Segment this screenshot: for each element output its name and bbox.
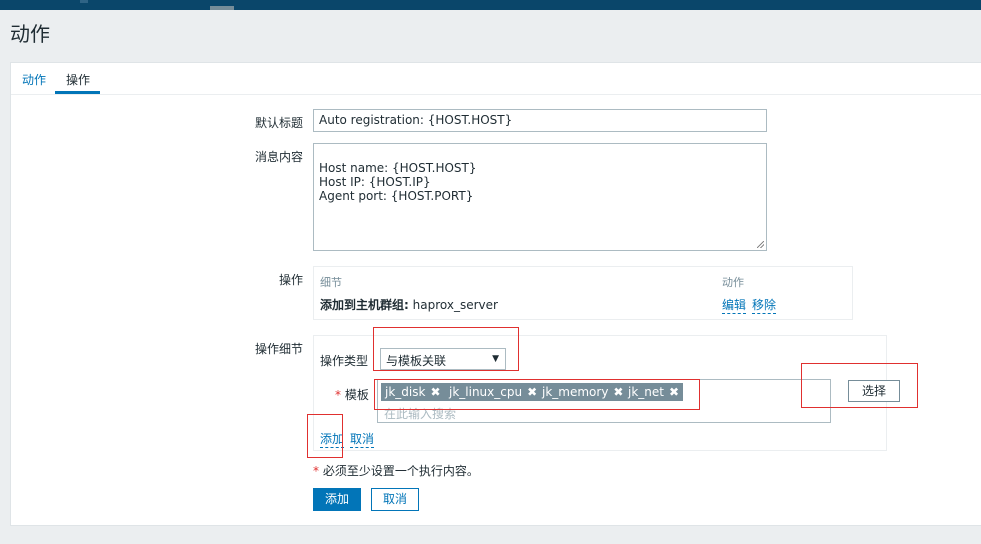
operation-detail-label: 添加到主机群组:: [320, 298, 409, 312]
operation-details-label: 操作细节: [255, 342, 304, 356]
cancel-button[interactable]: 取消: [371, 488, 419, 511]
required-note: * 必须至少设置一个执行内容。: [313, 464, 479, 478]
top-nav-bar: [0, 0, 981, 10]
default-message-text: Host name: {HOST.HOST} Host IP: {HOST.IP…: [319, 161, 477, 203]
operations-label: 操作: [279, 273, 304, 287]
tab-action[interactable]: 动作: [22, 71, 46, 88]
operation-type-label: 操作类型: [320, 354, 369, 368]
operation-detail-value: haprox_server: [412, 298, 498, 312]
default-subject-label: 默认标题: [255, 116, 304, 130]
required-star: *: [335, 388, 341, 402]
default-message-textarea[interactable]: Host name: {HOST.HOST} Host IP: {HOST.IP…: [313, 143, 767, 251]
table-row: 添加到主机群组: haprox_server: [320, 296, 498, 313]
tab-bar: 动作 操作: [11, 63, 981, 95]
highlight-box: [374, 379, 700, 410]
default-message-label: 消息内容: [255, 150, 304, 164]
resize-handle-icon[interactable]: [757, 241, 764, 248]
nav-active-indicator: [210, 6, 234, 10]
remove-operation-link[interactable]: 移除: [752, 296, 777, 314]
col-action-header: 动作: [722, 276, 744, 289]
tab-operations[interactable]: 操作: [66, 71, 90, 88]
highlight-box: [307, 414, 343, 458]
nav-icon[interactable]: [80, 0, 88, 3]
edit-operation-link[interactable]: 编辑: [722, 296, 747, 314]
operations-table: 细节 动作 添加到主机群组: haprox_server 编辑 移除: [313, 266, 853, 320]
action-form-card: 动作 操作 默认标题 Auto registration: {HOST.HOST…: [10, 62, 981, 526]
col-details-header: 细节: [320, 276, 342, 289]
active-tab-underline: [55, 91, 100, 94]
default-subject-input[interactable]: Auto registration: {HOST.HOST}: [313, 109, 767, 132]
template-label: * 模板: [335, 388, 369, 402]
page-title: 动作: [10, 22, 50, 46]
add-button[interactable]: 添加: [313, 488, 361, 511]
cancel-operation-link[interactable]: 取消: [350, 430, 375, 448]
highlight-box: [373, 327, 519, 371]
highlight-box: [801, 363, 918, 408]
